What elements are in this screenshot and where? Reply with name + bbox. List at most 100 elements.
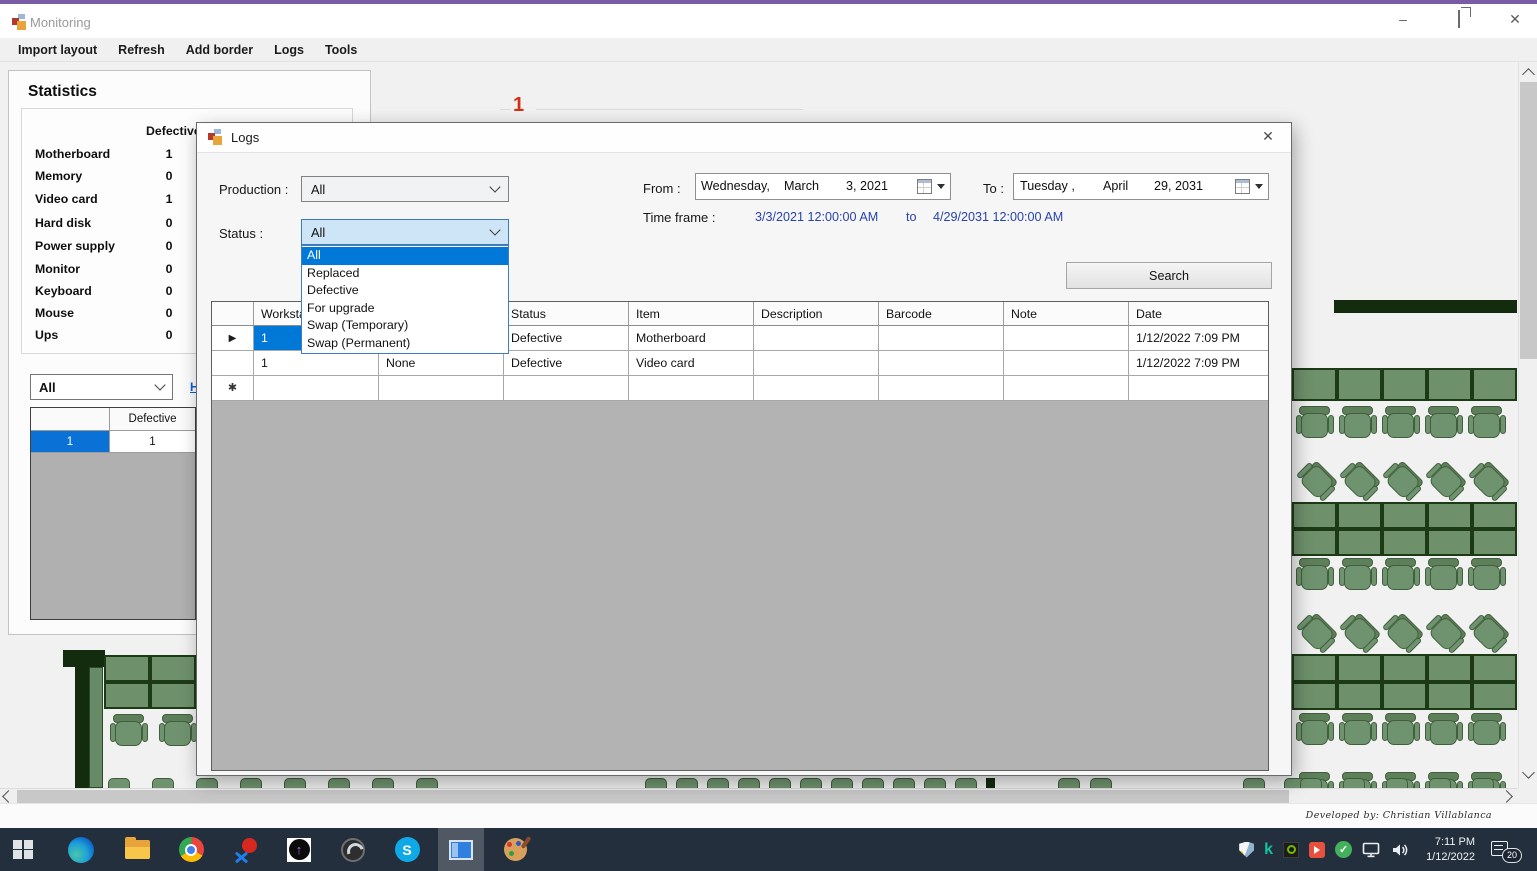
vertical-scrollbar[interactable] — [1518, 62, 1537, 788]
display-tray-icon[interactable] — [1362, 842, 1381, 858]
grid-cell-barcode[interactable] — [879, 351, 1004, 376]
chair-top — [240, 778, 262, 788]
new-row-selector-cell[interactable]: ✱ — [212, 376, 254, 401]
grid-cell-date[interactable]: 1/12/2022 7:09 PM — [1129, 351, 1269, 376]
logs-grid-new-row[interactable]: ✱ — [212, 376, 1268, 401]
taskbar-obs[interactable] — [330, 828, 376, 871]
start-button[interactable] — [0, 828, 46, 871]
grid-header-barcode[interactable]: Barcode — [879, 302, 1004, 326]
chevron-down-icon — [489, 224, 500, 235]
summary-grid-header[interactable]: Defective — [110, 408, 195, 431]
logs-grid-row[interactable]: 1 None Defective Video card 1/12/2022 7:… — [212, 351, 1268, 376]
window-title: Monitoring — [30, 15, 91, 30]
grid-cell[interactable] — [754, 376, 879, 401]
logs-close-icon[interactable]: ✕ — [1258, 128, 1278, 145]
grid-cell-description[interactable] — [754, 326, 879, 351]
dropdown-option[interactable]: Defective — [302, 282, 508, 300]
calendar-dropdown-button[interactable] — [1235, 179, 1263, 194]
grid-header-description[interactable]: Description — [754, 302, 879, 326]
dropdown-option[interactable]: Swap (Temporary) — [302, 317, 508, 335]
taskbar-explorer[interactable] — [114, 828, 160, 871]
grid-header-status[interactable]: Status — [504, 302, 629, 326]
scroll-up-icon[interactable] — [1522, 68, 1535, 81]
grid-cell[interactable] — [379, 376, 504, 401]
chair-shape — [1469, 404, 1505, 442]
taskbar-monitoring-active[interactable] — [438, 828, 484, 871]
security-shield-icon[interactable] — [1239, 842, 1254, 858]
grid-cell-note[interactable] — [1004, 351, 1129, 376]
grid-cell[interactable]: None — [379, 351, 504, 376]
grid-cell[interactable] — [1129, 376, 1269, 401]
grid-cell-status[interactable]: Defective — [504, 351, 629, 376]
grid-cell[interactable] — [629, 376, 754, 401]
grid-header-date[interactable]: Date — [1129, 302, 1269, 326]
logs-dialog-titlebar[interactable]: Logs ✕ — [197, 123, 1291, 153]
upload-app-icon: ↑ — [287, 838, 311, 862]
menu-logs[interactable]: Logs — [274, 43, 304, 57]
grid-cell-note[interactable] — [1004, 326, 1129, 351]
taskbar-clock[interactable]: 7:11 PM 1/12/2022 — [1426, 835, 1475, 864]
grid-cell-item[interactable]: Motherboard — [629, 326, 754, 351]
dropdown-option[interactable]: Replaced — [302, 265, 508, 283]
action-center-icon[interactable]: 20 — [1491, 841, 1513, 859]
tray-app-icon[interactable] — [1309, 842, 1325, 858]
grid-cell[interactable] — [254, 376, 379, 401]
close-button[interactable]: ✕ — [1500, 11, 1530, 28]
grid-header-item[interactable]: Item — [629, 302, 754, 326]
production-dropdown[interactable]: All — [301, 176, 509, 202]
title-bar[interactable]: Monitoring — [0, 4, 1537, 38]
taskbar-recorder[interactable] — [222, 828, 268, 871]
row-selector-cell[interactable] — [212, 351, 254, 376]
minimize-button[interactable]: – — [1388, 11, 1418, 27]
grid-cell-description[interactable] — [754, 351, 879, 376]
dropdown-option[interactable]: All — [302, 247, 508, 265]
status-dropdown[interactable]: All — [301, 219, 509, 245]
stat-label: Mouse — [35, 306, 74, 320]
summary-grid-cell[interactable]: 1 — [31, 431, 110, 453]
taskbar-chrome[interactable] — [168, 828, 214, 871]
antivirus-check-icon[interactable]: ✓ — [1335, 841, 1352, 858]
grid-corner-cell[interactable] — [212, 302, 254, 326]
scroll-left-icon[interactable] — [2, 790, 15, 803]
search-button[interactable]: Search — [1066, 262, 1272, 289]
kaspersky-icon[interactable]: k — [1264, 842, 1273, 858]
to-date-picker[interactable]: Tuesday , April 29, 2031 — [1013, 173, 1269, 200]
dropdown-option[interactable]: For upgrade — [302, 300, 508, 318]
vertical-scroll-thumb[interactable] — [1520, 82, 1537, 359]
grid-cell[interactable] — [879, 376, 1004, 401]
calendar-dropdown-button[interactable] — [917, 179, 945, 194]
menu-refresh[interactable]: Refresh — [118, 43, 165, 57]
summary-grid-corner[interactable] — [31, 408, 110, 431]
chair-top — [1472, 778, 1494, 788]
grid-cell-barcode[interactable] — [879, 326, 1004, 351]
grid-cell-item[interactable]: Video card — [629, 351, 754, 376]
filter-dropdown[interactable]: All — [30, 374, 173, 400]
dropdown-option[interactable]: Swap (Permanent) — [302, 335, 508, 353]
from-date-picker[interactable]: Wednesday, March 3, 2021 — [695, 173, 951, 200]
volume-icon[interactable] — [1391, 842, 1410, 858]
menu-tools[interactable]: Tools — [325, 43, 357, 57]
desk-cell — [1337, 682, 1382, 710]
grid-header-note[interactable]: Note — [1004, 302, 1129, 326]
desk-cell — [1337, 654, 1382, 682]
menu-add-border[interactable]: Add border — [186, 43, 253, 57]
horizontal-scroll-thumb[interactable] — [17, 790, 1289, 803]
taskbar-uploader[interactable]: ↑ — [276, 828, 322, 871]
scroll-right-icon[interactable] — [1500, 790, 1513, 803]
horizontal-scrollbar[interactable] — [0, 788, 1517, 803]
restore-button[interactable] — [1444, 11, 1474, 27]
taskbar-edge[interactable] — [58, 828, 104, 871]
wall-dot — [986, 778, 995, 788]
menu-import-layout[interactable]: Import layout — [18, 43, 97, 57]
summary-grid-cell[interactable]: 1 — [110, 431, 195, 453]
taskbar-paint[interactable] — [492, 828, 538, 871]
grid-cell[interactable] — [1004, 376, 1129, 401]
taskbar-skype[interactable]: S — [384, 828, 430, 871]
scroll-down-icon[interactable] — [1522, 766, 1535, 779]
row-selector-cell[interactable]: ▶ — [212, 326, 254, 351]
nvidia-icon[interactable] — [1283, 842, 1299, 858]
grid-cell[interactable] — [504, 376, 629, 401]
grid-cell-status[interactable]: Defective — [504, 326, 629, 351]
grid-cell-date[interactable]: 1/12/2022 7:09 PM — [1129, 326, 1269, 351]
grid-cell-workstation[interactable]: 1 — [254, 351, 379, 376]
